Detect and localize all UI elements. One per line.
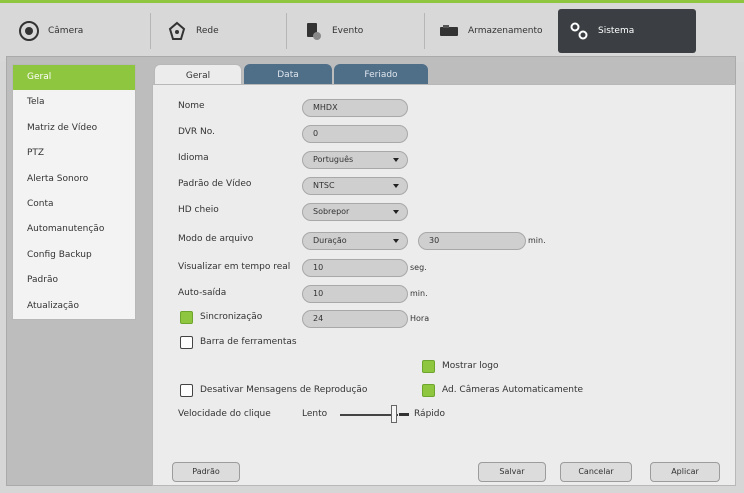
gear-icon [568,20,590,42]
chevron-down-icon [393,158,399,162]
aplicar-button[interactable]: Aplicar [650,462,720,482]
top-navigation: Câmera Rede Evento Armazenamento Sistema [0,0,744,62]
hd-value: Sobrepor [313,207,350,216]
sidebar-item-matriz-video[interactable]: Matriz de Vídeo [13,116,135,141]
modo-min-input[interactable]: 30 [418,232,526,250]
velocidade-slider-handle[interactable] [391,405,397,423]
sidebar-item-tela[interactable]: Tela [13,90,135,115]
idioma-select[interactable]: Português [302,151,408,169]
cancelar-button[interactable]: Cancelar [560,462,632,482]
rapido-label: Rápido [414,409,446,419]
sidebar-item-automanutencao[interactable]: Automanutenção [13,217,135,242]
chevron-down-icon [393,184,399,188]
barra-label: Barra de ferramentas [200,337,297,347]
tab-data[interactable]: Data [244,64,332,86]
padrao-video-value: NTSC [313,181,335,190]
chevron-down-icon [393,239,399,243]
nav-divider [424,13,425,49]
visualizar-label: Visualizar em tempo real [178,262,291,272]
modo-unit: min. [528,236,546,245]
visualizar-input[interactable]: 10 [302,259,408,277]
nav-sistema-label: Sistema [598,26,635,36]
nav-armazenamento-label: Armazenamento [468,26,543,36]
nav-camera[interactable]: Câmera [8,9,128,53]
dvr-label: DVR No. [178,127,215,137]
hd-label: HD cheio [178,205,219,215]
nav-evento[interactable]: Evento [292,9,412,53]
nav-rede[interactable]: Rede [156,9,276,53]
sincronizacao-checkbox[interactable] [180,311,193,324]
network-icon [166,20,188,42]
sidebar-item-geral[interactable]: Geral [13,65,135,91]
sidebar-item-alerta-sonoro[interactable]: Alerta Sonoro [13,167,135,192]
velocidade-slider-track[interactable] [340,414,398,416]
nav-sistema[interactable]: Sistema [558,9,696,53]
velocidade-label: Velocidade do clique [178,409,271,419]
sincronizacao-input[interactable]: 24 [302,310,408,328]
sidebar-item-ptz[interactable]: PTZ [13,141,135,166]
nome-input[interactable]: MHDX [302,99,408,117]
nav-rede-label: Rede [196,26,219,36]
auto-label: Auto-saída [178,288,227,298]
sidebar-item-padrao[interactable]: Padrão [13,268,135,293]
auto-input[interactable]: 10 [302,285,408,303]
visualizar-unit: seg. [410,263,427,272]
nav-evento-label: Evento [332,26,364,36]
padrao-video-label: Padrão de Vídeo [178,179,252,189]
lento-label: Lento [302,409,328,419]
sincronizacao-label: Sincronização [200,312,263,322]
velocidade-slider-end [399,413,409,416]
sidebar-item-atualizacao[interactable]: Atualização [13,294,135,319]
mostrar-logo-checkbox[interactable] [422,360,435,373]
desativar-checkbox[interactable] [180,384,193,397]
padrao-video-select[interactable]: NTSC [302,177,408,195]
storage-icon [438,20,460,42]
dvr-input[interactable]: 0 [302,125,408,143]
desativar-label: Desativar Mensagens de Reprodução [200,385,368,395]
sidebar-item-config-backup[interactable]: Config Backup [13,243,135,268]
event-icon [302,20,324,42]
tab-feriado[interactable]: Feriado [334,64,428,86]
ad-cameras-checkbox[interactable] [422,384,435,397]
camera-icon [18,20,40,42]
chevron-down-icon [393,210,399,214]
idioma-label: Idioma [178,153,209,163]
ad-cameras-label: Ad. Câmeras Automaticamente [442,385,584,395]
mostrar-logo-label: Mostrar logo [442,361,499,371]
modo-select[interactable]: Duração [302,232,408,250]
settings-panel [152,84,736,486]
padrao-button[interactable]: Padrão [172,462,240,482]
barra-checkbox[interactable] [180,336,193,349]
hd-select[interactable]: Sobrepor [302,203,408,221]
idioma-value: Português [313,155,354,164]
modo-label: Modo de arquivo [178,234,254,244]
nav-divider [286,13,287,49]
nav-armazenamento[interactable]: Armazenamento [428,9,552,53]
sidebar: Geral Tela Matriz de Vídeo PTZ Alerta So… [12,64,136,320]
nav-divider [150,13,151,49]
auto-unit: min. [410,289,428,298]
sincronizacao-unit: Hora [410,314,430,323]
sidebar-item-conta[interactable]: Conta [13,192,135,217]
nome-label: Nome [178,101,205,111]
salvar-button[interactable]: Salvar [478,462,546,482]
nav-camera-label: Câmera [48,26,84,36]
modo-value: Duração [313,236,347,245]
